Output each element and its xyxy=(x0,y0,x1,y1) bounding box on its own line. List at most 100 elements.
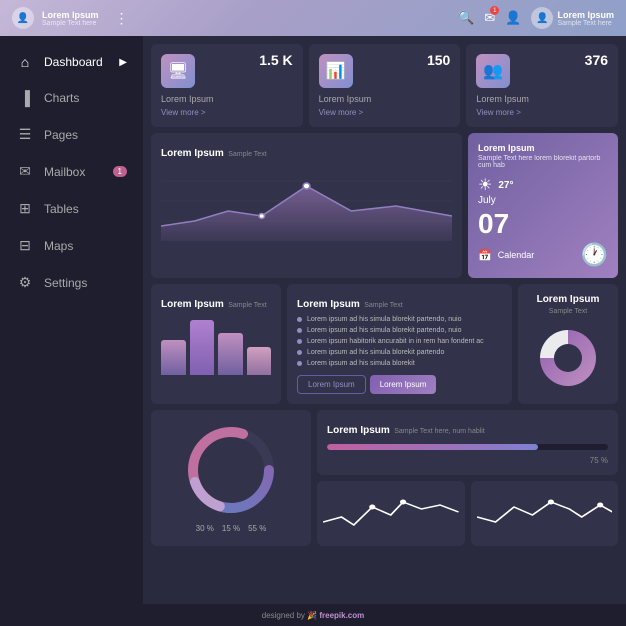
area-chart-card: Lorem Ipsum Sample Text xyxy=(151,133,462,278)
bar-chart-card: Lorem Ipsum Sample Text xyxy=(151,284,281,404)
progress-subtitle: Sample Text here, num hablit xyxy=(394,428,485,435)
list-dot-icon xyxy=(297,339,302,344)
bar-1 xyxy=(190,320,215,375)
mail-nav-icon: ✉ xyxy=(16,163,34,180)
header-user-name: Lorem Ipsum xyxy=(42,10,99,20)
view-more-2[interactable]: View more > xyxy=(476,108,608,117)
ring-pct-55: 55 % xyxy=(248,524,266,533)
ring-pct-15: 15 % xyxy=(222,524,240,533)
list-items: Lorem ipsum ad his simula blorekit parte… xyxy=(297,316,502,367)
weather-bottom: 📅 Calendar 🕐 xyxy=(478,242,608,268)
filled-button[interactable]: Lorem Ipsum xyxy=(370,375,437,394)
sidebar-item-dashboard[interactable]: ⌂ Dashboard ▶ xyxy=(0,44,143,80)
sidebar-item-maps[interactable]: ⊟ Maps xyxy=(0,227,143,264)
stat-card-2: 👥 376 Lorem Ipsum View more > xyxy=(466,44,618,127)
user-icon[interactable]: 👤 xyxy=(505,10,521,26)
header-left: 👤 Lorem Ipsum Sample Text here ⋮ xyxy=(12,7,129,29)
line-chart-2 xyxy=(471,481,619,546)
weather-info: ☀ 27° xyxy=(478,175,608,195)
calendar-icon: 📅 xyxy=(478,249,492,262)
ring-chart xyxy=(181,420,281,520)
stat-label-2: Lorem Ipsum xyxy=(476,94,608,104)
bar-chart-title: Lorem Ipsum xyxy=(161,299,224,310)
list-card: Lorem Ipsum Sample Text Lorem ipsum ad h… xyxy=(287,284,512,404)
pages-icon: ☰ xyxy=(16,126,34,143)
action-buttons: Lorem Ipsum Lorem Ipsum xyxy=(297,375,502,394)
more-options-icon[interactable]: ⋮ xyxy=(115,10,129,27)
header-user-info: Lorem Ipsum Sample Text here xyxy=(42,10,99,27)
tables-icon: ⊞ xyxy=(16,200,34,217)
top-header: 👤 Lorem Ipsum Sample Text here ⋮ 🔍 ✉ 1 👤… xyxy=(0,0,626,36)
list-item-text: Lorem ipsum ad his simula blorekit parte… xyxy=(307,327,461,334)
bar-chart xyxy=(161,320,271,375)
sidebar-item-mailbox[interactable]: ✉ Mailbox 1 xyxy=(0,153,143,190)
mail-badge: 1 xyxy=(490,6,499,15)
stat-label-0: Lorem Ipsum xyxy=(161,94,293,104)
progress-title: Lorem Ipsum xyxy=(327,425,390,436)
stat-label-1: Lorem Ipsum xyxy=(319,94,451,104)
sidebar-item-label: Settings xyxy=(44,276,87,290)
stat-card-1: 📊 150 Lorem Ipsum View more > xyxy=(309,44,461,127)
sidebar-item-label: Maps xyxy=(44,239,73,253)
view-more-0[interactable]: View more > xyxy=(161,108,293,117)
sidebar-item-pages[interactable]: ☰ Pages xyxy=(0,116,143,153)
bar-3 xyxy=(247,347,272,375)
chevron-right-icon: ▶ xyxy=(119,57,127,68)
stat-row: 🖥 1.5 K Lorem Ipsum View more > 📊 150 Lo… xyxy=(151,44,618,127)
settings-icon: ⚙ xyxy=(16,274,34,291)
list-item: Lorem ipsum ad his simula blorekit xyxy=(297,360,502,367)
ring-pct-30: 30 % xyxy=(196,524,214,533)
weather-title: Lorem Ipsum xyxy=(478,143,608,153)
outline-button[interactable]: Lorem Ipsum xyxy=(297,375,366,394)
sidebar-item-settings[interactable]: ⚙ Settings xyxy=(0,264,143,301)
main-layout: ⌂ Dashboard ▶ ▐ Charts ☰ Pages ✉ Mailbox… xyxy=(0,36,626,604)
header-user-sub: Sample Text here xyxy=(42,20,99,27)
area-chart-title: Lorem Ipsum xyxy=(161,148,224,159)
bottom-row: 30 % 15 % 55 % Lorem Ipsum Sample Text h… xyxy=(151,410,618,546)
ring-card: 30 % 15 % 55 % xyxy=(151,410,311,546)
mailbox-badge: 1 xyxy=(113,166,127,177)
pie-chart xyxy=(533,323,603,393)
right-user-name: Lorem Ipsum xyxy=(557,10,614,20)
mail-icon[interactable]: ✉ 1 xyxy=(484,10,495,26)
header-right-user: 👤 Lorem Ipsum Sample Text here xyxy=(531,7,614,29)
sidebar-item-label: Mailbox xyxy=(44,165,85,179)
sidebar-item-label: Tables xyxy=(44,202,79,216)
stat-icon-2: 👥 xyxy=(476,54,510,88)
charts-icon: ▐ xyxy=(16,90,34,106)
pie-card-title: Lorem Ipsum xyxy=(537,294,600,305)
list-item-text: Lorem ipsum ad his simula blorekit parte… xyxy=(307,349,444,356)
footer-emoji: 🎉 xyxy=(307,611,317,620)
sun-icon: ☀ xyxy=(478,175,492,195)
view-more-1[interactable]: View more > xyxy=(319,108,451,117)
sidebar: ⌂ Dashboard ▶ ▐ Charts ☰ Pages ✉ Mailbox… xyxy=(0,36,143,604)
sidebar-item-label: Charts xyxy=(44,91,79,105)
home-icon: ⌂ xyxy=(16,54,34,70)
line-charts-row xyxy=(317,481,618,546)
bar-0 xyxy=(161,340,186,375)
pie-card: Lorem Ipsum Sample Text xyxy=(518,284,618,404)
list-item: Lorem ipsum ad his simula blorekit parte… xyxy=(297,316,502,323)
list-dot-icon xyxy=(297,350,302,355)
search-icon[interactable]: 🔍 xyxy=(458,10,474,26)
footer: designed by 🎉 freepik.com xyxy=(0,604,626,626)
list-item: Lorem ipsum ad his simula blorekit parte… xyxy=(297,327,502,334)
clock-icon: 🕐 xyxy=(581,242,608,268)
sidebar-item-tables[interactable]: ⊞ Tables xyxy=(0,190,143,227)
list-card-title: Lorem Ipsum xyxy=(297,299,360,310)
sidebar-item-charts[interactable]: ▐ Charts xyxy=(0,80,143,116)
bar-2 xyxy=(218,333,243,375)
temperature: 27° xyxy=(498,180,513,191)
maps-icon: ⊟ xyxy=(16,237,34,254)
bar-chart-subtitle: Sample Text xyxy=(228,302,266,309)
weather-day: 07 xyxy=(478,210,608,238)
ring-percentages: 30 % 15 % 55 % xyxy=(196,524,267,533)
list-dot-icon xyxy=(297,361,302,366)
list-card-subtitle: Sample Text xyxy=(364,302,402,309)
header-right: 🔍 ✉ 1 👤 👤 Lorem Ipsum Sample Text here xyxy=(458,7,614,29)
right-user-info: Lorem Ipsum Sample Text here xyxy=(557,10,614,27)
area-chart xyxy=(161,161,452,241)
line-chart-1 xyxy=(317,481,465,546)
calendar-label: Calendar xyxy=(498,250,535,260)
list-item: Lorem ipsum habitorik ancurabit in in re… xyxy=(297,338,502,345)
